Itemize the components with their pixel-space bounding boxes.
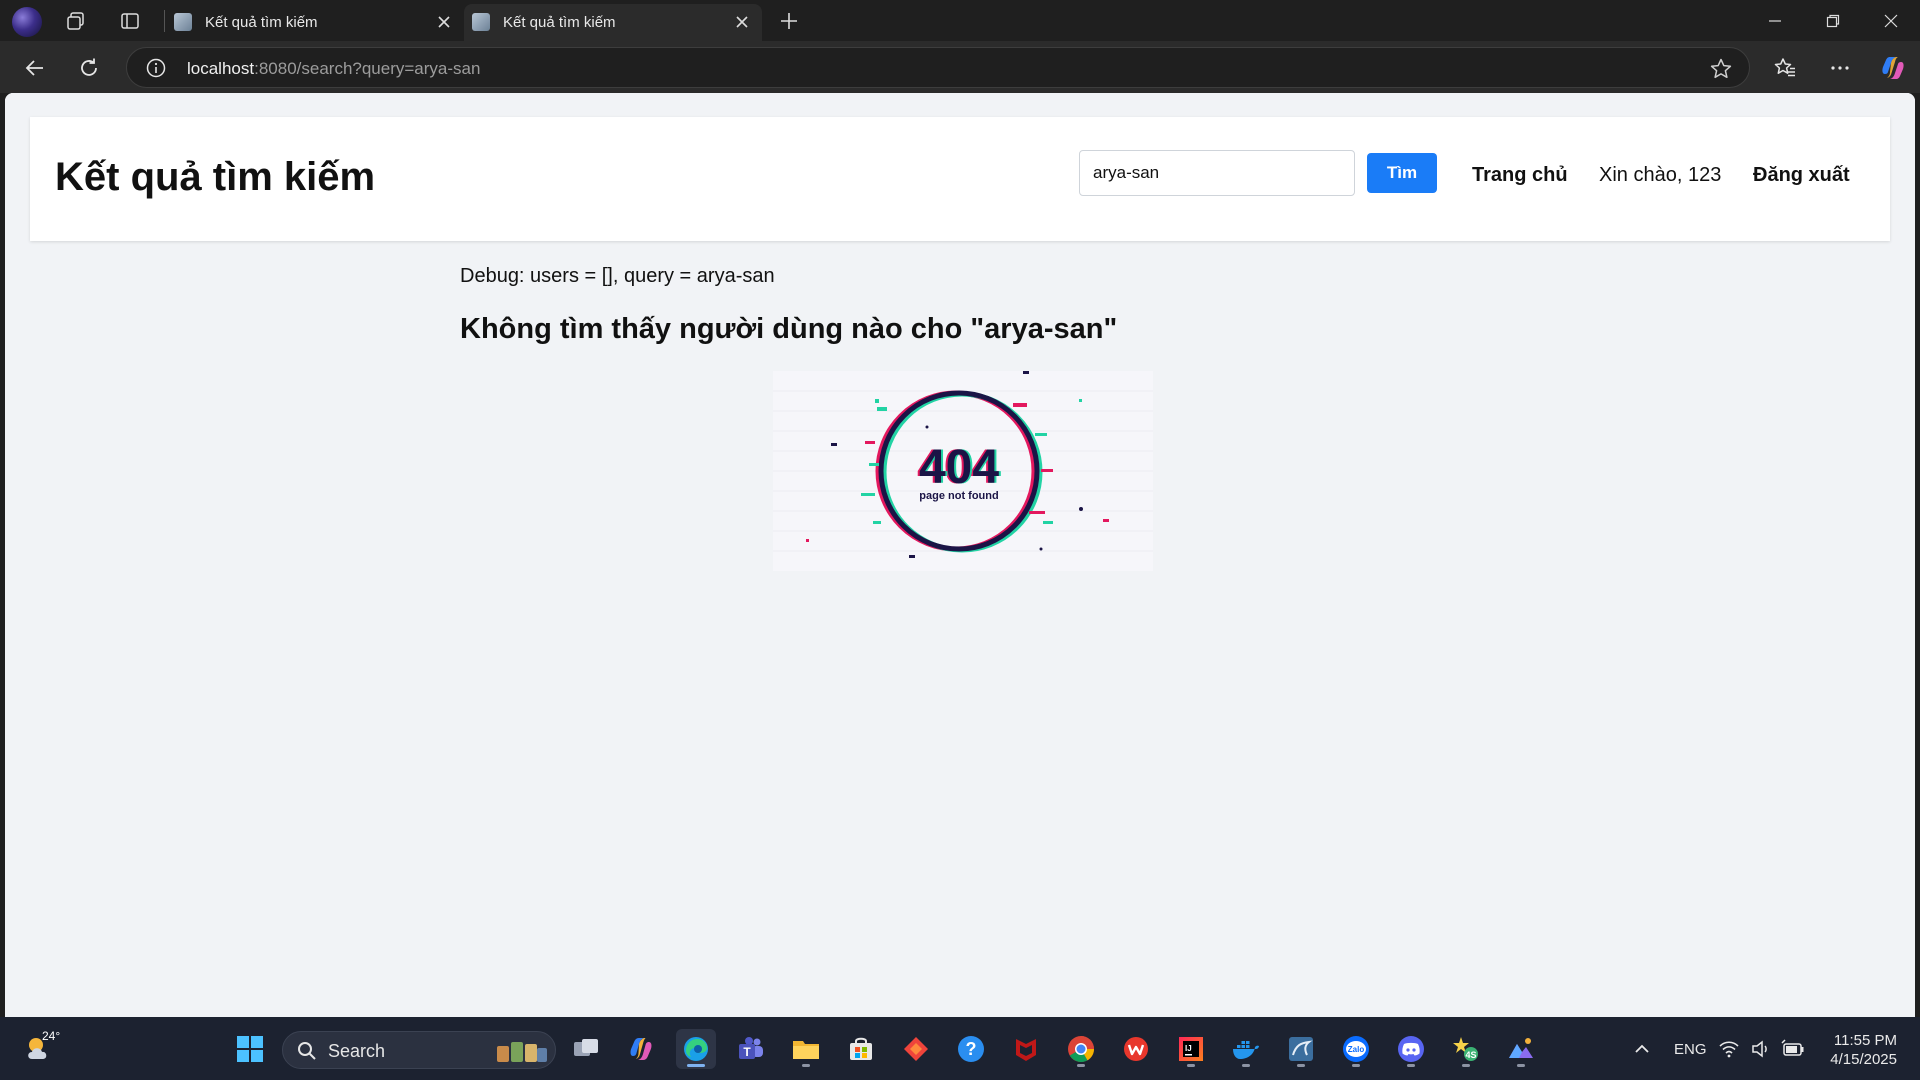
site-favicon-icon [174,13,192,31]
microsoft-store-icon[interactable] [841,1029,881,1069]
file-explorer-icon[interactable] [786,1029,826,1069]
user-greeting: Xin chào, 123 [1599,164,1722,186]
teams-icon[interactable]: T [731,1029,771,1069]
reload-button[interactable] [74,53,104,83]
start-button[interactable] [230,1029,270,1069]
edge-browser-icon[interactable] [676,1029,716,1069]
svg-text:Zalo: Zalo [1348,1045,1365,1054]
error-code-text: 404 [919,441,999,494]
not-found-illustration: 404 404 404 page not found [773,371,1153,571]
windows-logo-icon [237,1036,263,1062]
discord-icon[interactable] [1391,1029,1431,1069]
taskbar-search[interactable]: Search [282,1031,556,1069]
minimize-button[interactable] [1746,0,1804,41]
site-info-icon[interactable] [145,57,167,79]
system-clock[interactable]: 11:55 PM 4/15/2025 [1815,1031,1897,1069]
taskbar-search-label: Search [328,1041,386,1061]
photos-icon[interactable] [1501,1029,1541,1069]
site-favicon-icon [472,13,490,31]
url-path: :8080/search?query=arya-san [254,59,481,78]
volume-icon[interactable] [1748,1029,1774,1069]
tab-2[interactable]: Kết quả tìm kiếm [464,4,762,41]
tab-1[interactable]: Kết quả tìm kiếm [166,4,464,41]
copilot-taskbar-icon[interactable] [621,1029,661,1069]
tab-strip: Kết quả tìm kiếm Kết quả tìm kiếm [0,0,1920,41]
close-window-button[interactable] [1862,0,1920,41]
page-body: Kết quả tìm kiếm Tìm Trang chủ Xin chào,… [5,93,1915,1017]
mysql-workbench-icon[interactable] [1281,1029,1321,1069]
copilot-icon[interactable] [1878,53,1908,83]
vertical-tabs-icon[interactable] [116,8,144,34]
search-highlight-icon [497,1042,547,1062]
tab-title: Kết quả tìm kiếm [205,14,318,31]
tab-title: Kết quả tìm kiếm [503,14,616,31]
favorites-icon[interactable] [1770,53,1800,83]
chrome-icon[interactable] [1061,1029,1101,1069]
tab-separator [164,10,165,32]
search-icon [298,1042,316,1060]
back-button[interactable] [20,53,50,83]
close-tab-icon[interactable] [732,12,752,32]
search-button[interactable]: Tìm [1367,153,1437,193]
intellij-icon[interactable]: IJ [1171,1029,1211,1069]
url-text[interactable]: localhost:8080/search?query=arya-san [187,59,480,79]
debug-text: Debug: users = [], query = arya-san [460,265,775,287]
help-icon[interactable]: ? [951,1029,991,1069]
restore-button[interactable] [1804,0,1862,41]
page-title: Kết quả tìm kiếm [55,155,376,199]
close-tab-icon[interactable] [434,12,454,32]
svg-text:?: ? [966,1039,977,1059]
weather-widget[interactable]: 24° [22,1027,66,1071]
weather-temp: 24° [42,1029,61,1043]
clock-time: 11:55 PM [1833,1032,1897,1049]
error-caption-text: page not found [919,490,998,502]
address-bar[interactable]: localhost:8080/search?query=arya-san [126,47,1750,88]
profile-avatar[interactable] [12,7,42,37]
no-result-heading: Không tìm thấy người dùng nào cho "arya-… [460,313,1118,345]
anydesk-icon[interactable] [896,1029,936,1069]
more-menu-icon[interactable] [1825,53,1855,83]
battery-icon[interactable] [1780,1029,1806,1069]
site-header: Kết quả tìm kiếm Tìm Trang chủ Xin chào,… [30,117,1890,241]
favorite-star-icon[interactable] [1709,57,1733,81]
game-app-icon[interactable]: 4S [1446,1029,1486,1069]
workspaces-icon[interactable] [62,8,90,34]
browser-toolbar: localhost:8080/search?query=arya-san [0,41,1920,93]
nav-home-link[interactable]: Trang chủ [1472,164,1568,187]
wifi-icon[interactable] [1716,1029,1742,1069]
wps-office-icon[interactable] [1116,1029,1156,1069]
logout-link[interactable]: Đăng xuất [1753,164,1850,187]
clock-date: 4/15/2025 [1830,1051,1897,1068]
svg-text:4S: 4S [1465,1050,1476,1060]
mcafee-icon[interactable] [1006,1029,1046,1069]
taskbar: 24° Search T ? IJ Zalo 4S ENG 11:55 PM 4… [0,1017,1920,1080]
search-input[interactable] [1079,150,1355,196]
svg-text:T: T [743,1045,751,1059]
docker-icon[interactable] [1226,1029,1266,1069]
svg-text:IJ: IJ [1185,1044,1192,1053]
page-viewport: Kết quả tìm kiếm Tìm Trang chủ Xin chào,… [5,93,1915,1017]
url-host: localhost [187,59,255,78]
new-tab-button[interactable] [776,8,802,34]
language-indicator[interactable]: ENG [1674,1041,1707,1058]
zalo-icon[interactable]: Zalo [1336,1029,1376,1069]
show-hidden-icons-chevron-up-icon[interactable] [1622,1029,1662,1069]
task-view-icon[interactable] [566,1029,606,1069]
